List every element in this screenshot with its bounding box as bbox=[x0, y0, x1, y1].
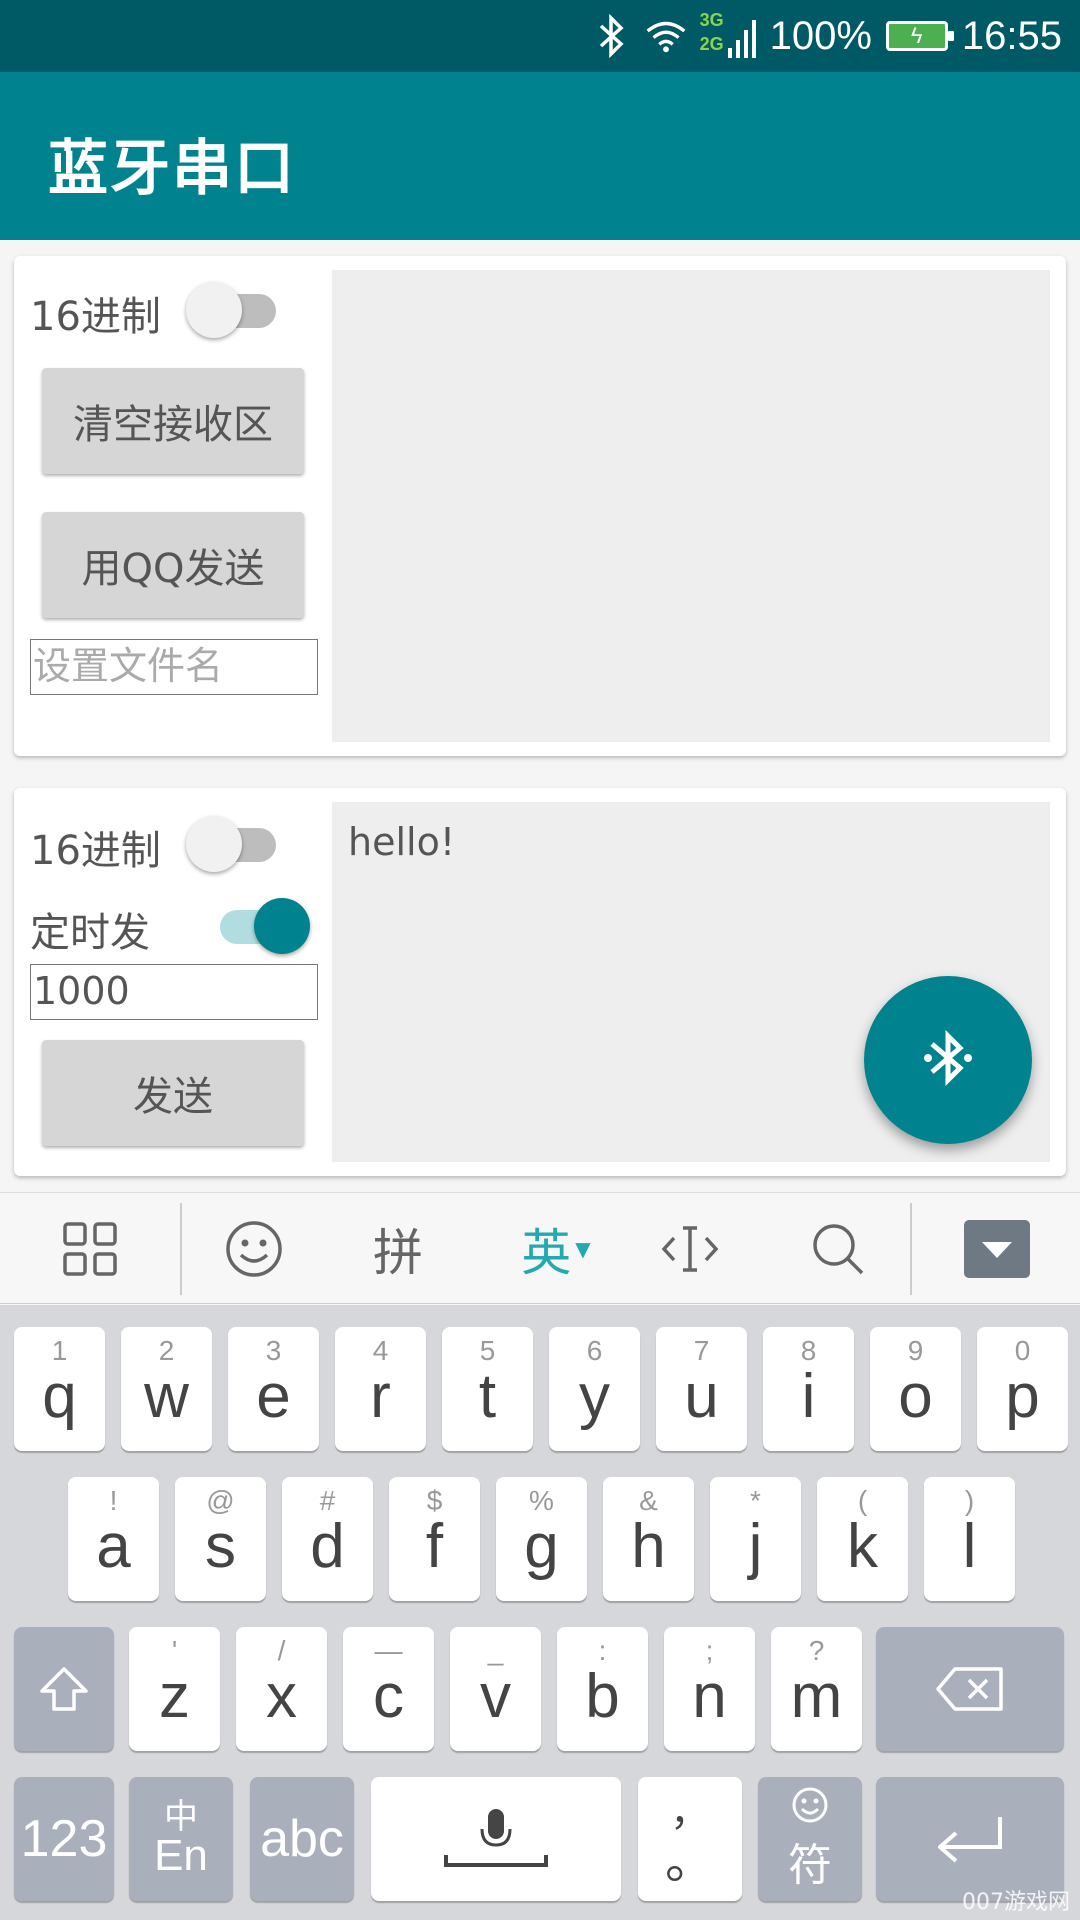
receive-area[interactable] bbox=[332, 270, 1050, 742]
numbers-key-label: 123 bbox=[20, 1810, 108, 1868]
punctuation-key[interactable]: ， 。 bbox=[638, 1777, 742, 1901]
key-u[interactable]: 7u bbox=[656, 1327, 747, 1451]
toolbar-divider bbox=[910, 1203, 912, 1295]
network-signal-icon: 3G 2G bbox=[700, 10, 756, 62]
enter-icon bbox=[876, 1777, 1064, 1901]
key-s[interactable]: @ s bbox=[175, 1477, 266, 1601]
hide-keyboard-icon[interactable] bbox=[962, 1193, 1032, 1305]
lang-bottom-label: En bbox=[154, 1831, 208, 1880]
net-2g-label: 2G bbox=[699, 34, 724, 54]
key-o[interactable]: 9o bbox=[870, 1327, 961, 1451]
grid-icon[interactable] bbox=[48, 1193, 132, 1305]
key-d[interactable]: # d bbox=[282, 1477, 373, 1601]
backspace-icon bbox=[876, 1627, 1064, 1751]
receive-panel: 16进制 清空接收区 用QQ发送 设置文件名 bbox=[14, 256, 1066, 756]
receive-hex-label: 16进制 bbox=[30, 294, 161, 340]
battery-icon: ϟ bbox=[885, 21, 954, 51]
soft-keyboard: 1q 2w 3e 4r 5t 6y 7u 8i 9o 0p ! a @ s # d $… bbox=[0, 1305, 1080, 1920]
key-w[interactable]: 2w bbox=[121, 1327, 212, 1451]
key-q[interactable]: 1q bbox=[14, 1327, 105, 1451]
app-title: 蓝牙串口 bbox=[48, 134, 296, 204]
microphone-icon bbox=[371, 1777, 621, 1901]
key-k[interactable]: (k bbox=[817, 1477, 908, 1601]
shift-icon bbox=[14, 1627, 114, 1751]
space-key[interactable] bbox=[371, 1777, 621, 1901]
interval-input[interactable]: 1000 bbox=[30, 964, 318, 1020]
receive-hex-switch[interactable] bbox=[186, 280, 286, 340]
key-e[interactable]: 3e bbox=[228, 1327, 319, 1451]
enter-key[interactable] bbox=[876, 1777, 1064, 1901]
punct-bottom-label: 。 bbox=[665, 1833, 715, 1889]
search-icon[interactable] bbox=[800, 1193, 876, 1305]
key-y[interactable]: 6y bbox=[549, 1327, 640, 1451]
key-c[interactable]: — c bbox=[343, 1627, 434, 1751]
shift-key[interactable] bbox=[14, 1627, 114, 1751]
ime-toolbar: 拼 英 ▼ bbox=[0, 1192, 1080, 1304]
qq-send-button[interactable]: 用QQ发送 bbox=[42, 512, 304, 618]
send-hex-switch[interactable] bbox=[186, 814, 286, 874]
smiley-icon bbox=[758, 1785, 862, 1830]
key-j[interactable]: * j bbox=[710, 1477, 801, 1601]
key-i[interactable]: 8i bbox=[763, 1327, 854, 1451]
wifi-icon bbox=[646, 12, 686, 60]
clear-receive-button[interactable]: 清空接收区 bbox=[42, 368, 304, 474]
send-text: hello! bbox=[348, 820, 456, 864]
key-m[interactable]: ? m bbox=[771, 1627, 862, 1751]
backspace-key[interactable] bbox=[876, 1627, 1064, 1751]
caret-down-icon: ▼ bbox=[575, 1237, 591, 1261]
key-v[interactable]: _ v bbox=[450, 1627, 541, 1751]
bluetooth-searching-icon bbox=[918, 1026, 978, 1094]
key-b[interactable]: :b bbox=[557, 1627, 648, 1751]
filename-input[interactable]: 设置文件名 bbox=[30, 639, 318, 695]
numbers-key[interactable]: 123 bbox=[14, 1777, 114, 1901]
emoji-icon[interactable] bbox=[212, 1193, 296, 1305]
send-button[interactable]: 发送 bbox=[42, 1040, 304, 1146]
key-t[interactable]: 5t bbox=[442, 1327, 533, 1451]
key-l[interactable]: ) l bbox=[924, 1477, 1015, 1601]
language-toggle-key[interactable]: 中 En bbox=[129, 1777, 233, 1901]
abc-key[interactable]: abc bbox=[250, 1777, 354, 1901]
bluetooth-icon bbox=[592, 12, 632, 60]
watermark-text: 007游戏网 bbox=[962, 1890, 1070, 1915]
send-hex-label: 16进制 bbox=[30, 828, 161, 874]
key-p[interactable]: 0p bbox=[977, 1327, 1068, 1451]
cursor-icon[interactable] bbox=[652, 1193, 728, 1305]
key-n[interactable]: ; n bbox=[664, 1627, 755, 1751]
app-bar: 蓝牙串口 bbox=[0, 72, 1080, 240]
key-z[interactable]: ' z bbox=[129, 1627, 220, 1751]
timer-label: 定时发 bbox=[30, 910, 150, 956]
key-f[interactable]: $ f bbox=[389, 1477, 480, 1601]
key-x[interactable]: / x bbox=[236, 1627, 327, 1751]
key-r[interactable]: 4r bbox=[335, 1327, 426, 1451]
key-h[interactable]: & h bbox=[603, 1477, 694, 1601]
bluetooth-fab-button[interactable] bbox=[864, 976, 1032, 1144]
pinyin-mode-button[interactable]: 拼 bbox=[356, 1193, 440, 1305]
timer-switch[interactable] bbox=[210, 896, 310, 956]
net-3g-label: 3G bbox=[699, 10, 724, 30]
clock: 16:55 bbox=[961, 13, 1062, 58]
toolbar-divider bbox=[180, 1203, 182, 1295]
key-g[interactable]: % g bbox=[496, 1477, 587, 1601]
key-a[interactable]: ! a bbox=[68, 1477, 159, 1601]
battery-percent: 100% bbox=[769, 13, 872, 58]
symbols-key-label: 符 bbox=[788, 1841, 832, 1890]
status-bar: 3G 2G 100% ϟ 16:55 bbox=[0, 0, 1080, 72]
abc-key-label: abc bbox=[260, 1810, 344, 1868]
symbols-key[interactable]: 符 bbox=[758, 1777, 862, 1901]
english-mode-button[interactable]: 英 ▼ bbox=[506, 1193, 606, 1305]
english-mode-label: 英 bbox=[521, 1224, 572, 1282]
